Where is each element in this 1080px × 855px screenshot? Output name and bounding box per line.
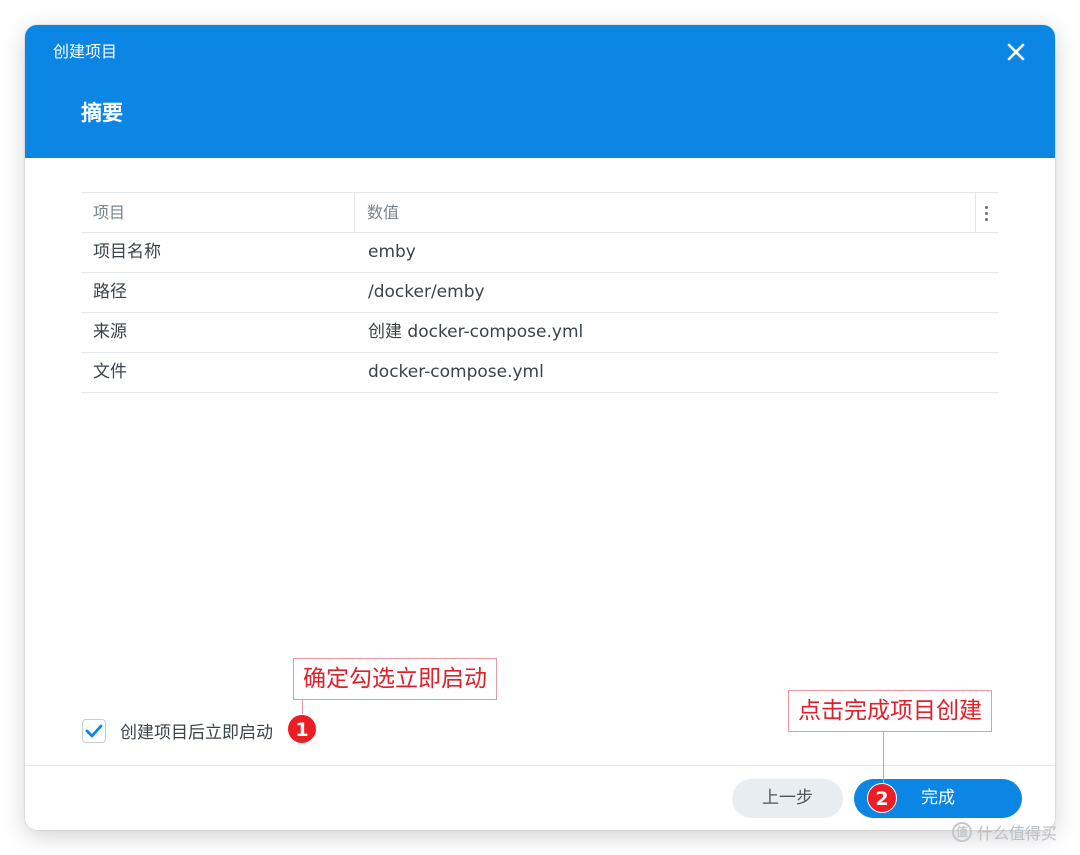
table-row[interactable]: 路径 /docker/emby [81,273,999,313]
row-value: /docker/emby [368,282,485,302]
annotation-1-badge: 1 [287,714,317,744]
row-key: 项目名称 [93,242,161,262]
table-row[interactable]: 文件 docker-compose.yml [81,353,999,393]
annotation-2-callout: 点击完成项目创建 [788,690,992,732]
annotation-2-connector [883,731,884,786]
start-immediately-option[interactable]: 创建项目后立即启动 [82,718,273,743]
row-key: 文件 [93,362,127,382]
footer-divider [25,765,1055,766]
row-value: 创建 docker-compose.yml [368,322,584,342]
window-title: 创建项目 [53,42,118,61]
annotation-1-callout: 确定勾选立即启动 [293,658,497,700]
start-immediately-label: 创建项目后立即启动 [120,723,273,743]
table-row[interactable]: 项目名称 emby [81,233,999,273]
previous-step-button[interactable]: 上一步 [732,779,843,818]
column-header-item[interactable]: 项目 [81,193,355,232]
table-row[interactable]: 来源 创建 docker-compose.yml [81,313,999,353]
watermark-text: 什么值得买 [977,824,1058,843]
start-immediately-checkbox[interactable] [82,718,106,743]
checkmark-icon [85,724,103,737]
dialog-header: 创建项目 摘要 [25,25,1055,158]
annotation-2-badge: 2 [867,783,897,813]
row-value: docker-compose.yml [368,362,544,382]
row-key: 来源 [93,322,127,342]
watermark-logo-icon: 值 [952,822,972,842]
summary-grid: 项目 数值 项目名称 emby 路径 /docker/emby 来源 创建 do… [81,192,999,393]
section-title: 摘要 [81,101,123,125]
row-key: 路径 [93,282,127,302]
column-menu-button[interactable] [976,193,999,232]
close-icon[interactable] [1005,41,1027,63]
column-header-value[interactable]: 数值 [355,193,976,232]
row-value: emby [368,242,416,262]
watermark: 值 什么值得买 [952,820,1057,844]
grid-header: 项目 数值 [81,192,999,233]
more-vertical-icon [985,206,989,222]
